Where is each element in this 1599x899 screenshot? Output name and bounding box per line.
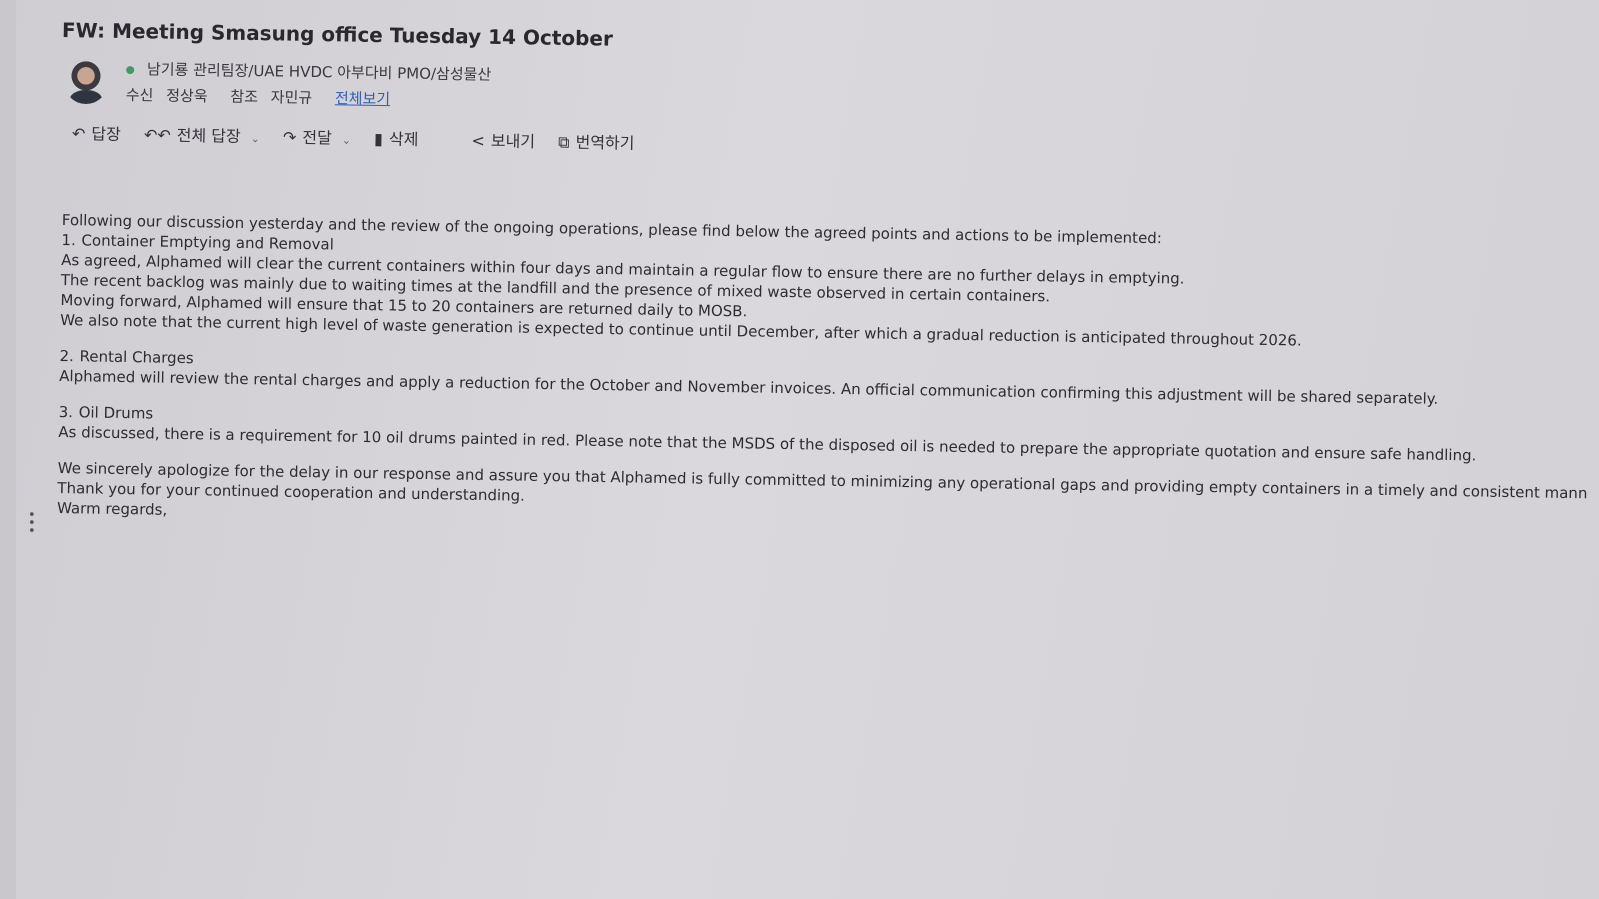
delete-button[interactable]: ▮ 삭제 (374, 125, 419, 150)
share-icon: < (471, 130, 486, 151)
sender-avatar[interactable] (64, 60, 108, 104)
reply-all-icon: ↶↶ (143, 125, 171, 145)
item-number: 2. (59, 346, 75, 366)
item-title-text: Rental Charges (79, 347, 194, 368)
translate-button[interactable]: ⧉ 번역하기 (558, 128, 635, 153)
left-panel-edge (0, 0, 16, 899)
reply-all-label: 전체 답장 (176, 125, 241, 146)
email-body: Following our discussion yesterday and t… (57, 210, 1599, 544)
chevron-down-icon[interactable]: ⌄ (342, 134, 351, 147)
reply-all-button[interactable]: ↶↶ 전체 답장 ⌄ (144, 121, 260, 147)
item-number: 1. (61, 230, 76, 250)
translate-icon: ⧉ (557, 132, 570, 152)
send-button[interactable]: < 보내기 (471, 127, 535, 152)
cc-recipient[interactable]: 자민규 (271, 88, 313, 107)
sender-name[interactable]: 남기룡 관리팀장/UAE HVDC 아부다비 PMO/삼성물산 (147, 60, 492, 83)
email-toolbar: ↶ 답장 ↶↶ 전체 답장 ⌄ ↷ 전달 ⌄ ▮ 삭제 < 보내기 ⧉ 번역하기 (72, 120, 653, 154)
more-vertical-icon[interactable]: • • • (28, 509, 36, 538)
translate-label: 번역하기 (575, 132, 635, 153)
chevron-down-icon[interactable]: ⌄ (251, 132, 260, 145)
online-status-icon (126, 65, 135, 74)
item-title-text: Oil Drums (78, 403, 154, 423)
email-reading-pane: • • • FW: Meeting Smasung office Tuesday 1… (0, 0, 1599, 899)
reply-button[interactable]: ↶ 답장 (72, 120, 121, 145)
reply-label: 답장 (91, 124, 121, 144)
list-item: 3. Oil Drums As discussed, there is a req… (58, 402, 1599, 468)
forward-button[interactable]: ↷ 전달 ⌄ (283, 124, 351, 149)
forward-label: 전달 (302, 128, 333, 148)
forward-icon: ↷ (282, 127, 297, 147)
send-label: 보내기 (490, 131, 536, 152)
email-subject: FW: Meeting Smasung office Tuesday 14 Oc… (61, 18, 614, 51)
trash-icon: ▮ (373, 129, 384, 149)
delete-label: 삭제 (388, 129, 419, 150)
list-item: 2. Rental Charges Alphamed will review th… (59, 346, 1599, 412)
view-all-recipients-link[interactable]: 전체보기 (335, 89, 390, 108)
reply-icon: ↶ (71, 124, 86, 144)
email-header-meta: 남기룡 관리팀장/UAE HVDC 아부다비 PMO/삼성물산 수신 정상욱 참… (126, 56, 492, 114)
cc-label: 참조 (230, 87, 259, 107)
to-label: 수신 (125, 85, 154, 105)
to-recipient[interactable]: 정상욱 (166, 87, 208, 106)
item-number: 3. (58, 402, 74, 422)
